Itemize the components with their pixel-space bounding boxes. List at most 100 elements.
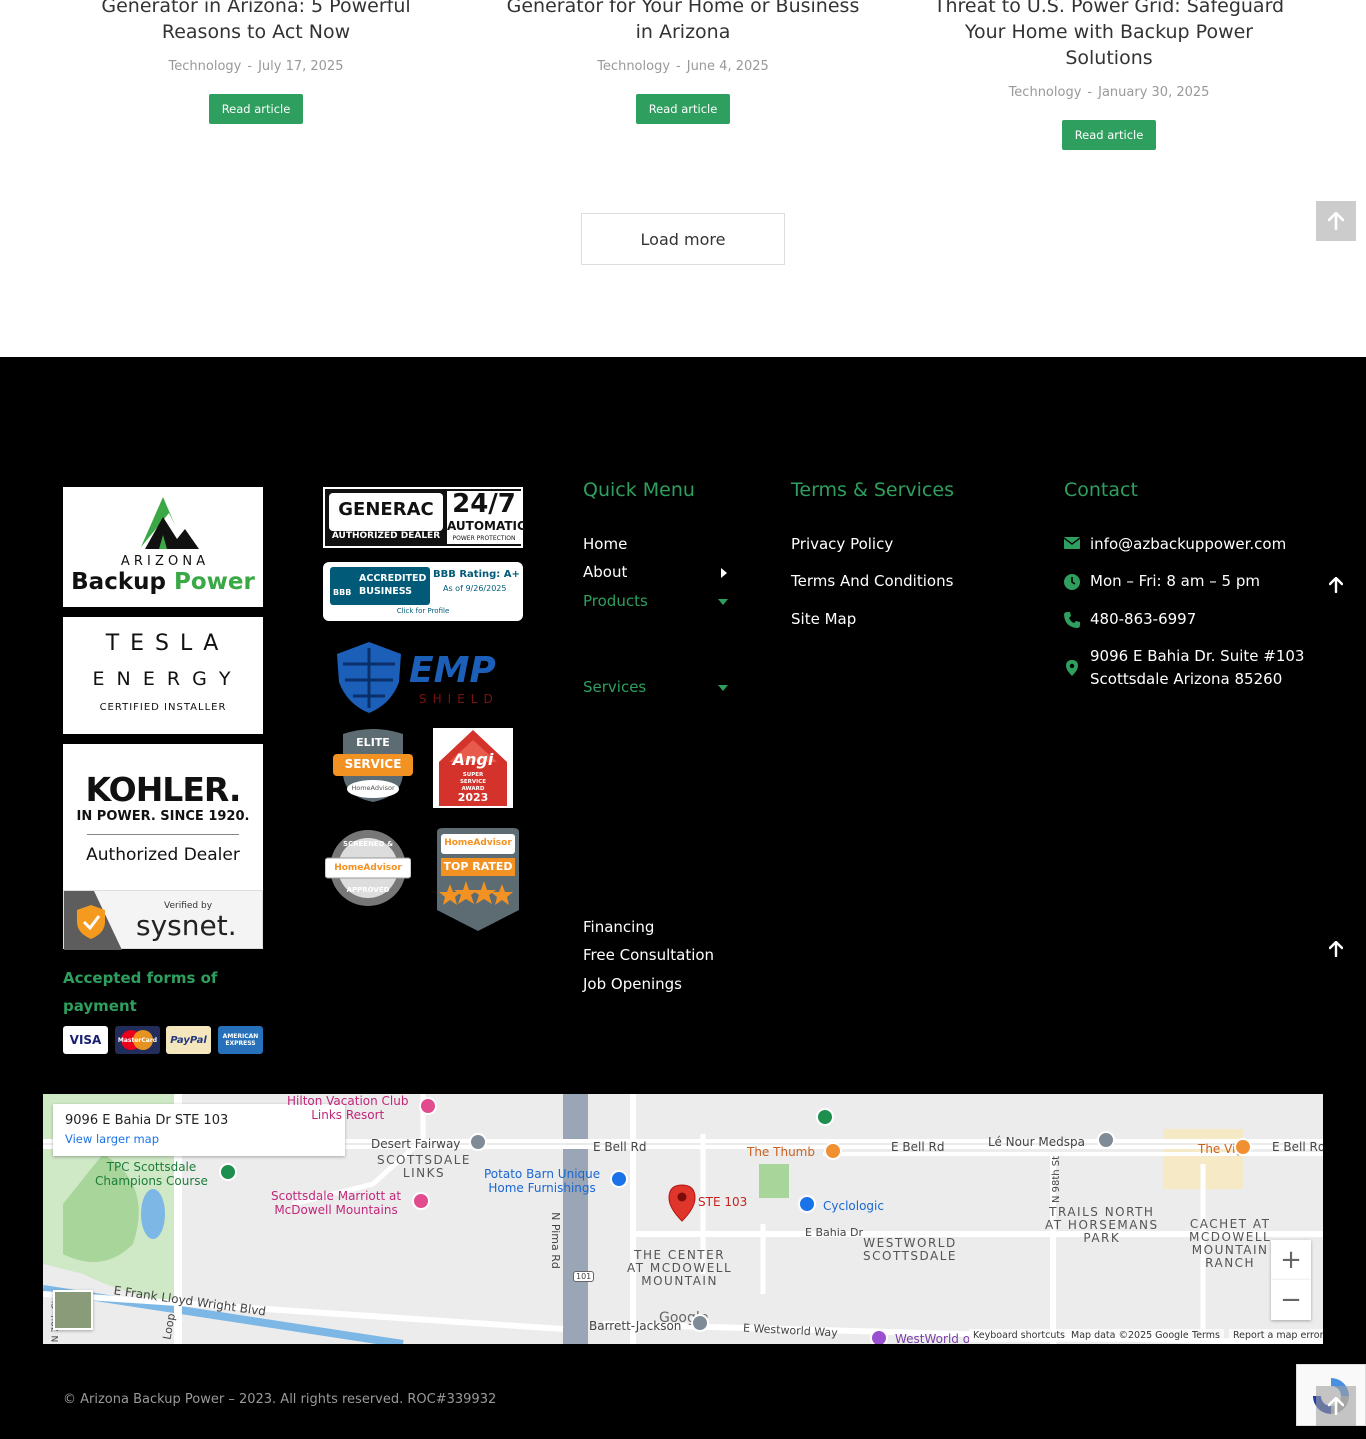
map-label[interactable]: TPC Scottsdale Champions Course	[95, 1160, 208, 1188]
article-category[interactable]: Technology	[169, 59, 242, 74]
map-label[interactable]: Cyclologic	[823, 1199, 884, 1213]
scroll-to-top-button[interactable]	[1326, 939, 1346, 959]
map-zoom-in-button[interactable]: +	[1271, 1240, 1311, 1280]
contact-hours: Mon – Fri: 8 am – 5 pm	[1064, 570, 1260, 593]
tesla-energy-logo[interactable]: T E S L A E N E R G Y CERTIFIED INSTALLE…	[63, 617, 263, 734]
article-category[interactable]: Technology	[597, 59, 670, 74]
generac-automatic-text: AUTOMATIC	[447, 519, 526, 533]
kohler-wordmark: KOHLER.	[85, 770, 242, 809]
article-category[interactable]: Technology	[1009, 85, 1082, 100]
map-pin-icon	[1066, 660, 1078, 676]
caret-down-icon[interactable]	[717, 684, 729, 692]
map-pin-label[interactable]: STE 103	[698, 1195, 747, 1209]
homeadvisor-screened-approved-badge[interactable]: SCREENED & HomeAdvisor APPROVED	[324, 828, 412, 908]
map-label[interactable]: WestWorld o	[895, 1332, 970, 1344]
homeadvisor-text: HomeAdvisor	[444, 838, 512, 848]
angi-award-text: SUPER SERVICE AWARD	[459, 772, 487, 792]
chevron-right-icon[interactable]	[720, 567, 728, 579]
street-label: E Bell Rd	[891, 1140, 945, 1154]
menu-item-products[interactable]: Products	[583, 592, 648, 610]
amex-icon: AMERICAN EXPRESS	[218, 1026, 263, 1054]
menu-item-financing[interactable]: Financing	[583, 918, 654, 936]
terms-conditions-link[interactable]: Terms And Conditions	[791, 572, 953, 590]
menu-item-about[interactable]: About	[583, 563, 627, 581]
read-article-button[interactable]: Read article	[635, 94, 731, 124]
menu-item-home[interactable]: Home	[583, 535, 627, 553]
article-card: Generator in Arizona: 5 Powerful Reasons …	[76, 0, 436, 124]
map-label[interactable]: Hilton Vacation Club Links Resort	[287, 1094, 408, 1122]
homeadvisor-elite-service-badge[interactable]: ELITE SERVICE HomeAdvisor	[333, 728, 413, 803]
map-label[interactable]: Desert Fairway	[371, 1137, 460, 1151]
menu-item-services[interactable]: Services	[583, 678, 646, 696]
contact-heading: Contact	[1064, 479, 1138, 501]
read-article-button[interactable]: Read article	[1061, 120, 1157, 150]
generac-protection-text: POWER PROTECTION	[452, 535, 516, 542]
street-label: N Pima Rd	[548, 1212, 562, 1269]
read-article-button[interactable]: Read article	[208, 94, 304, 124]
map-poi-pin[interactable]	[824, 1142, 842, 1160]
article-title[interactable]: Generator in Arizona: 5 Powerful Reasons …	[76, 0, 436, 45]
load-more-button[interactable]: Load more	[581, 213, 785, 265]
contact-address: 9096 E Bahia Dr. Suite #103 Scottsdale Ar…	[1064, 645, 1304, 691]
map-terms-link[interactable]: Terms	[1188, 1329, 1224, 1342]
phone-link[interactable]: 480-863-6997	[1090, 608, 1196, 631]
article-card: Generator for Your Home or Business in Ar…	[503, 0, 863, 124]
email-link[interactable]: info@azbackuppower.com	[1090, 533, 1286, 556]
map-poi-pin[interactable]	[419, 1097, 437, 1115]
map-poi-pin[interactable]	[469, 1133, 487, 1151]
map-poi-pin[interactable]	[870, 1329, 888, 1344]
kohler-logo[interactable]: KOHLER. IN POWER. SINCE 1920. Authorized…	[63, 744, 263, 890]
map-poi-pin[interactable]	[816, 1108, 834, 1126]
map-label[interactable]: Scottsdale Marriott at McDowell Mountains	[271, 1189, 401, 1217]
street-label: E Bell Rd	[593, 1140, 647, 1154]
tesla-energy-text: E N E R G Y	[92, 668, 234, 690]
scroll-to-top-button[interactable]	[1326, 575, 1346, 595]
article-title[interactable]: Generator for Your Home or Business in Ar…	[503, 0, 863, 45]
map-label[interactable]: The Thumb	[747, 1145, 815, 1159]
article-meta: Technology - January 30, 2025	[1008, 85, 1210, 100]
privacy-policy-link[interactable]: Privacy Policy	[791, 535, 893, 553]
generac-authorized-dealer-logo[interactable]: GENERAC AUTHORIZED DEALER 24/7 AUTOMATIC…	[323, 487, 526, 548]
sysnet-verified-badge[interactable]: Verified by sysnet.	[63, 890, 263, 950]
arizona-backup-power-logo[interactable]: A R I Z O N A Backup Power	[63, 487, 263, 607]
map-marker-icon[interactable]	[668, 1184, 696, 1222]
caret-down-icon[interactable]	[717, 598, 729, 606]
map-area-label: THE CENTER AT MCDOWELL MOUNTAIN	[627, 1248, 733, 1288]
map-poi-pin[interactable]	[219, 1163, 237, 1181]
street-view-thumbnail[interactable]	[53, 1290, 93, 1330]
angi-super-service-award[interactable]: Angi SUPER SERVICE AWARD 2023	[433, 728, 513, 808]
map-poi-pin[interactable]	[691, 1314, 709, 1332]
map-zoom-out-button[interactable]: −	[1271, 1280, 1311, 1320]
homeadvisor-top-rated-badge[interactable]: HomeAdvisor TOP RATED	[433, 828, 523, 932]
map-poi-pin[interactable]	[610, 1170, 628, 1188]
copyright-text: © Arizona Backup Power – 2023. All right…	[63, 1392, 497, 1407]
site-map-link[interactable]: Site Map	[791, 610, 856, 628]
article-card: Threat to U.S. Power Grid: Safeguard Your…	[929, 0, 1289, 150]
bbb-accredited-badge[interactable]: BBB ACCREDITED BUSINESS BBB Rating: A+ A…	[323, 562, 523, 621]
scroll-to-top-button[interactable]	[1316, 1386, 1356, 1426]
address-text: 9096 E Bahia Dr. Suite #103 Scottsdale Ar…	[1090, 647, 1305, 688]
article-title[interactable]: Threat to U.S. Power Grid: Safeguard Your…	[929, 0, 1289, 71]
map-label[interactable]: Lé Nour Medspa	[988, 1135, 1085, 1149]
hours-text: Mon – Fri: 8 am – 5 pm	[1090, 572, 1260, 590]
sysnet-wordmark: sysnet.	[136, 909, 237, 942]
top-rated-text: TOP RATED	[443, 860, 513, 873]
article-date: June 4, 2025	[686, 59, 769, 74]
envelope-icon	[1064, 537, 1080, 549]
map-poi-pin[interactable]	[1097, 1131, 1115, 1149]
menu-item-job-openings[interactable]: Job Openings	[583, 975, 682, 993]
report-map-error-link[interactable]: Report a map error	[1229, 1329, 1323, 1342]
scroll-to-top-button[interactable]	[1316, 201, 1356, 241]
map-poi-pin[interactable]	[1234, 1138, 1252, 1156]
arrow-up-icon	[1329, 941, 1343, 957]
map-label[interactable]: Potato Barn Unique Home Furnishings	[484, 1167, 600, 1195]
view-larger-map-link[interactable]: View larger map	[65, 1132, 333, 1146]
keyboard-shortcuts-link[interactable]: Keyboard shortcuts	[969, 1329, 1070, 1342]
map-poi-pin[interactable]	[798, 1195, 816, 1213]
map-poi-pin[interactable]	[412, 1192, 430, 1210]
google-map[interactable]: 9096 E Bahia Dr STE 103 View larger map …	[43, 1094, 1323, 1344]
menu-item-free-consultation[interactable]: Free Consultation	[583, 946, 714, 964]
bbb-click-text: Click for Profile	[396, 607, 450, 615]
emp-shield-logo[interactable]: EMP SHIELD	[323, 640, 523, 715]
contact-email: info@azbackuppower.com	[1064, 533, 1286, 556]
